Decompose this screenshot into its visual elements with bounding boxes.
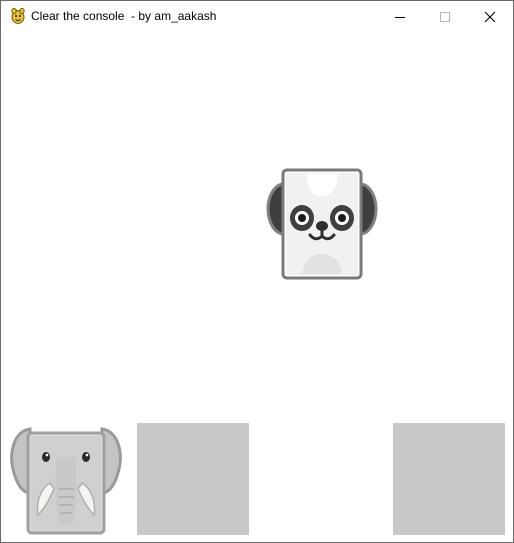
close-button[interactable]	[467, 1, 513, 32]
close-icon	[484, 11, 496, 22]
window-title: Clear the console - by am_aakash	[31, 9, 217, 23]
title-bar[interactable]: Clear the console - by am_aakash	[1, 1, 513, 32]
elephant-icon[interactable]	[10, 423, 122, 535]
panda-icon[interactable]	[266, 168, 378, 280]
maximize-button[interactable]	[422, 1, 468, 32]
minimize-icon	[395, 16, 405, 18]
game-canvas[interactable]	[1, 32, 513, 542]
game-window: Clear the console - by am_aakash	[0, 0, 514, 543]
maximize-icon	[440, 11, 450, 22]
empty-tray-slot[interactable]	[137, 423, 249, 535]
minimize-button[interactable]	[377, 1, 423, 32]
pygame-snake-icon	[11, 7, 25, 24]
empty-tray-slot[interactable]	[393, 423, 505, 535]
